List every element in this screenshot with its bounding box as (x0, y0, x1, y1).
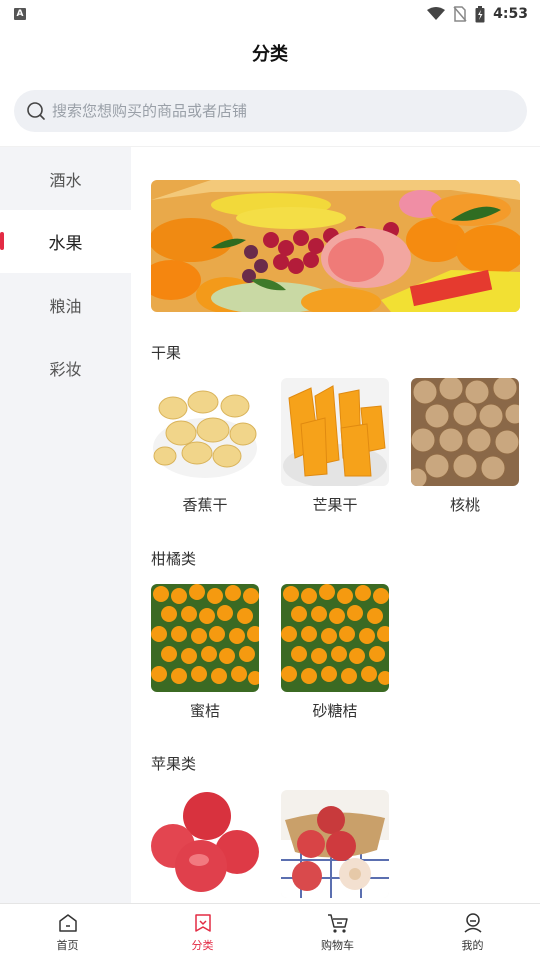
product-banana-chips[interactable]: 香蕉干 (151, 378, 259, 515)
product-image (281, 584, 389, 692)
notification-a-icon: A (14, 8, 26, 20)
product-sugar-tangerine[interactable]: 砂糖桔 (281, 584, 389, 721)
product-name: 芒果干 (312, 496, 358, 514)
header: 分类 (0, 28, 540, 78)
tab-label: 分类 (191, 939, 214, 952)
product-name: 蜜桔 (189, 702, 220, 720)
tab-profile[interactable]: 我的 (405, 904, 540, 960)
tab-label: 购物车 (321, 939, 354, 952)
category-content: 干果 香蕉干 芒果干 核桃 柑橘类 蜜桔 砂糖桔 苹果类 (131, 147, 540, 903)
sidebar-item-label: 彩妆 (49, 359, 82, 379)
sidebar-item-fruit[interactable]: 水果 (0, 210, 131, 273)
wifi-icon (427, 7, 446, 20)
page-title: 分类 (252, 44, 288, 65)
product-image (151, 378, 259, 486)
product-dried-mango[interactable]: 芒果干 (281, 378, 389, 515)
product-image (281, 790, 389, 898)
product-image (151, 584, 259, 692)
product-image (411, 378, 519, 486)
home-icon (58, 914, 77, 932)
product-apple-2[interactable] (281, 790, 389, 898)
search-bar[interactable] (14, 90, 527, 132)
bottom-tab-bar: 首页 分类 购物车 我的 (0, 903, 540, 960)
cart-icon (327, 914, 348, 933)
category-sidebar: 酒水 水果 粮油 彩妆 (0, 147, 131, 903)
tab-label: 我的 (461, 939, 484, 952)
sidebar-item-label: 水果 (48, 234, 83, 254)
product-image (281, 378, 389, 486)
product-honey-tangerine[interactable]: 蜜桔 (151, 584, 259, 721)
sidebar-item-grain-oil[interactable]: 粮油 (0, 273, 131, 336)
section-title-citrus: 柑橘类 (151, 550, 197, 568)
tab-home[interactable]: 首页 (0, 904, 135, 960)
status-time: 4:53 (493, 6, 528, 22)
active-indicator (0, 232, 4, 250)
sidebar-item-cosmetics[interactable]: 彩妆 (0, 336, 131, 399)
sidebar-item-label: 粮油 (49, 296, 82, 316)
section-title-dried-fruit: 干果 (151, 344, 182, 362)
sidebar-item-label: 酒水 (49, 170, 82, 190)
battery-icon (475, 5, 485, 22)
tab-cart[interactable]: 购物车 (270, 904, 405, 960)
fruit-banner-image[interactable] (151, 180, 520, 312)
search-input[interactable] (52, 102, 492, 120)
search-icon (27, 102, 45, 120)
section-title-apple: 苹果类 (151, 755, 197, 773)
product-name: 核桃 (449, 496, 480, 514)
product-image (151, 790, 259, 898)
product-walnut[interactable]: 核桃 (411, 378, 519, 515)
tab-label: 首页 (56, 939, 79, 952)
status-bar: A 4:53 (0, 0, 540, 28)
category-icon (194, 914, 211, 932)
sidebar-item-drinks[interactable]: 酒水 (0, 147, 131, 210)
profile-icon (464, 913, 481, 933)
no-sim-icon (453, 6, 467, 22)
product-apple-1[interactable] (151, 790, 259, 898)
product-name: 香蕉干 (182, 496, 228, 514)
product-name: 砂糖桔 (312, 702, 358, 720)
tab-category[interactable]: 分类 (135, 904, 270, 960)
